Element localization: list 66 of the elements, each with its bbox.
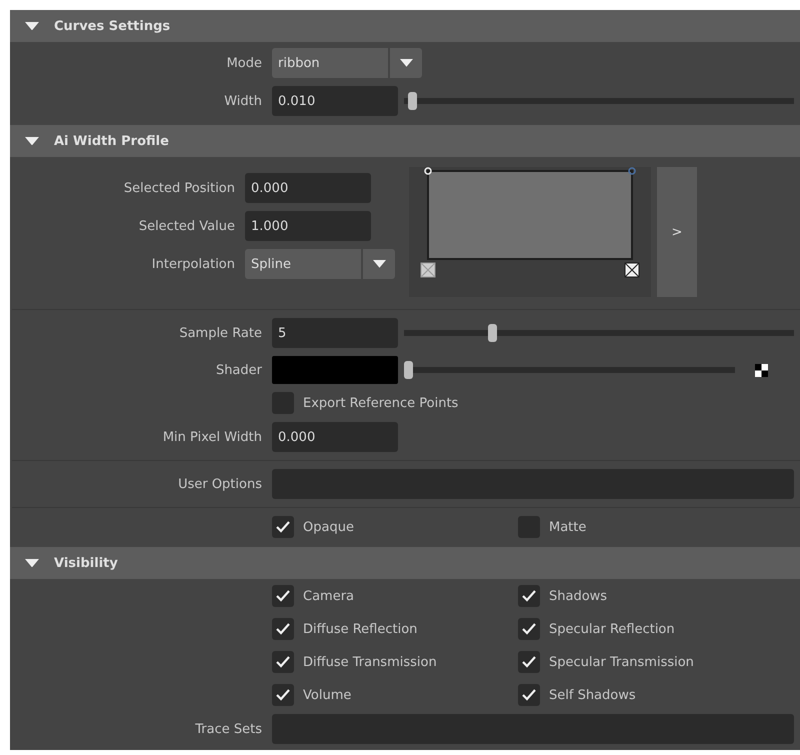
check-icon: [522, 590, 536, 602]
field-label: Sample Rate: [178, 326, 262, 340]
field-label: User Options: [177, 476, 262, 492]
checkbox[interactable]: [272, 651, 294, 673]
value-field[interactable]: 1.000: [245, 211, 371, 241]
checkbox[interactable]: [518, 651, 540, 673]
checkbox-label[interactable]: Volume: [303, 688, 352, 702]
section-title: Visibility: [54, 556, 118, 570]
collapse-triangle-icon[interactable]: [400, 59, 412, 67]
section-title: Curves Settings: [54, 18, 170, 34]
slider-thumb[interactable]: [408, 92, 417, 110]
checkbox-label[interactable]: Shadows: [549, 588, 608, 604]
check-icon: [276, 521, 290, 533]
checkbox-label[interactable]: Specular Reflection: [549, 622, 675, 636]
checkbox-label[interactable]: Opaque: [303, 520, 354, 534]
slider-thumb[interactable]: [404, 361, 413, 379]
collapse-triangle-icon[interactable]: [25, 558, 39, 568]
checkbox[interactable]: [518, 684, 540, 706]
check-icon: [276, 656, 290, 668]
value-field[interactable]: 5: [272, 318, 398, 348]
value-field[interactable]: 0.010: [272, 86, 398, 116]
checkbox-label[interactable]: Diffuse Transmission: [303, 654, 437, 670]
field-label: Interpolation: [150, 256, 235, 272]
checkbox-label[interactable]: Export Reference Points: [303, 396, 458, 410]
check-icon: [522, 623, 536, 635]
dropdown[interactable]: ribbon: [272, 48, 794, 78]
check-icon: [276, 689, 290, 701]
collapse-triangle-icon[interactable]: [372, 260, 386, 268]
checkbox[interactable]: [272, 684, 294, 706]
value-field[interactable]: 0.000: [272, 422, 398, 452]
field-label: Selected Value: [138, 218, 235, 234]
field-label: Width: [223, 94, 262, 108]
checkbox-label[interactable]: Specular Transmission: [549, 654, 694, 670]
check-icon: [276, 590, 290, 602]
slider-thumb[interactable]: [488, 324, 497, 342]
check-icon: [522, 689, 536, 701]
text-field[interactable]: [272, 714, 794, 744]
check-icon: [276, 623, 290, 635]
checkbox-label[interactable]: Self Shadows: [549, 688, 636, 702]
checkbox[interactable]: [518, 618, 540, 640]
color-swatch[interactable]: [272, 356, 398, 384]
checkbox[interactable]: [272, 392, 294, 414]
field-label: Trace Sets: [194, 722, 262, 736]
field-label: Shader: [214, 362, 262, 378]
expand-button[interactable]: >: [657, 167, 697, 297]
section-title: Ai Width Profile: [54, 134, 169, 148]
text-field[interactable]: [272, 469, 794, 499]
checkbox[interactable]: [272, 585, 294, 607]
checkbox[interactable]: [272, 618, 294, 640]
field-label: Min Pixel Width: [162, 430, 262, 444]
checkbox[interactable]: [518, 585, 540, 607]
checkbox-label[interactable]: Matte: [549, 520, 586, 534]
value-field[interactable]: 0.000: [245, 173, 371, 203]
section-header[interactable]: Ai Width Profile: [10, 125, 800, 157]
checkbox[interactable]: [272, 516, 294, 538]
field-label: Mode: [226, 56, 262, 70]
section-header[interactable]: Curves Settings: [10, 10, 800, 42]
collapse-triangle-icon[interactable]: [25, 136, 39, 146]
checker-map-icon[interactable]: [755, 364, 768, 376]
collapse-triangle-icon[interactable]: [25, 22, 39, 30]
field-label: Selected Position: [122, 180, 235, 196]
checkbox-label[interactable]: Diffuse Reflection: [303, 622, 418, 636]
section-header[interactable]: Visibility: [10, 547, 800, 579]
check-icon: [522, 656, 536, 668]
checkbox-label[interactable]: Camera: [303, 588, 354, 604]
checkbox[interactable]: [518, 516, 540, 538]
